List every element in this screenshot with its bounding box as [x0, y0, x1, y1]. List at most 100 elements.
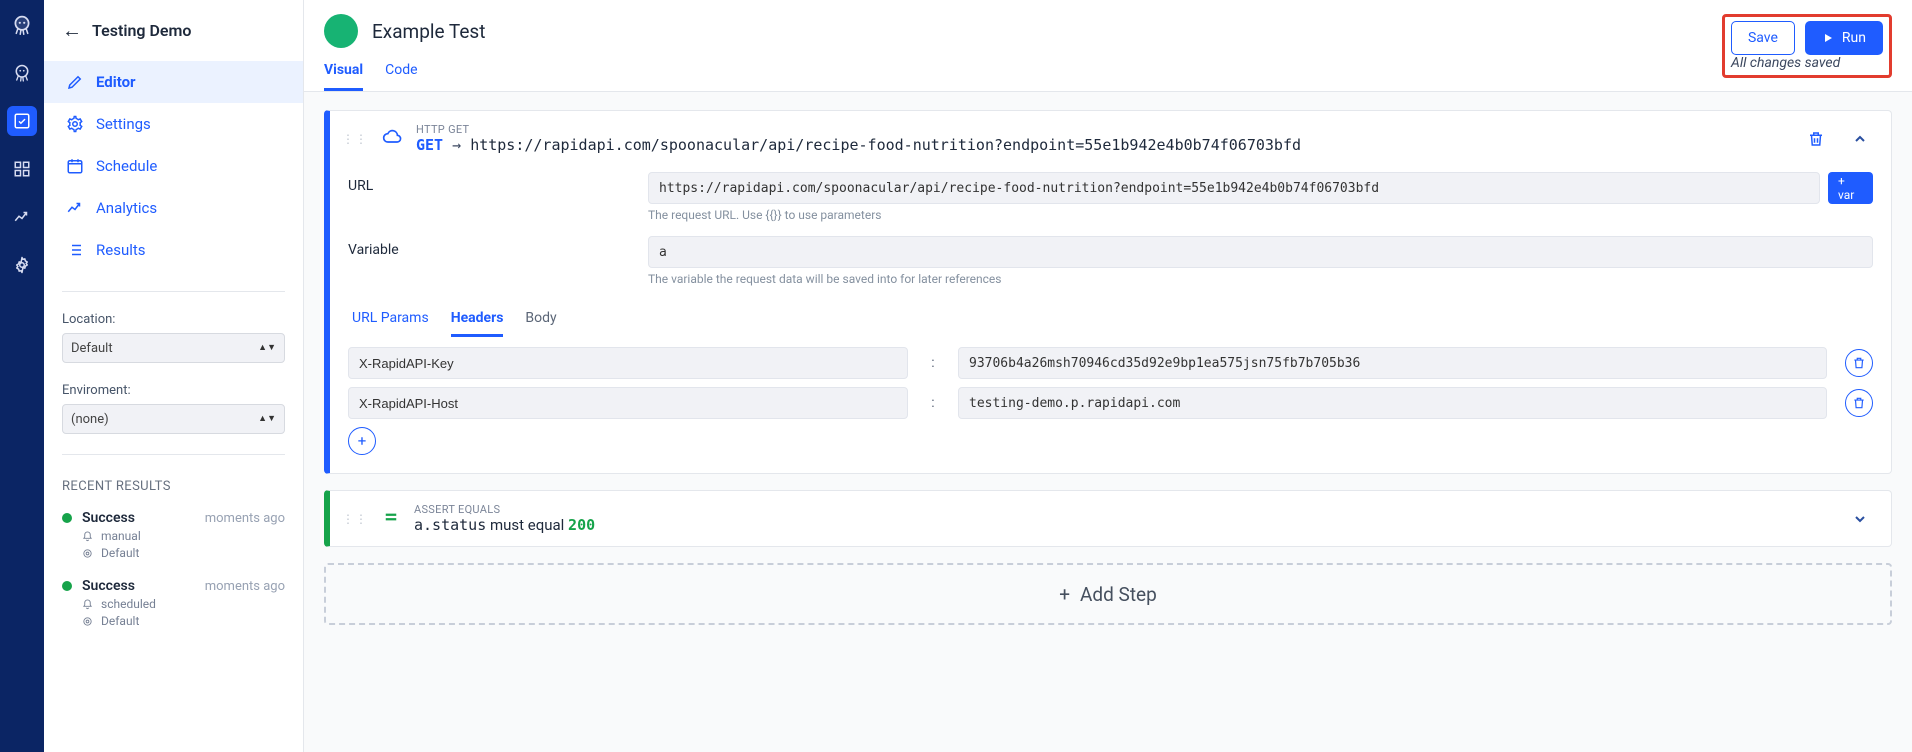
sidebar-item-results[interactable]: Results	[44, 229, 303, 271]
recent-trigger: manual	[101, 529, 141, 543]
play-icon	[1822, 32, 1834, 44]
header-value-input[interactable]	[958, 347, 1827, 379]
add-header-button[interactable]: +	[348, 427, 376, 455]
url-input[interactable]	[648, 172, 1820, 204]
pencil-icon	[66, 73, 84, 91]
plus-icon: +	[1059, 583, 1070, 606]
recent-result-item[interactable]: Success moments ago scheduled Default	[44, 570, 303, 638]
header-key-input[interactable]	[348, 387, 908, 419]
recent-time: moments ago	[205, 511, 285, 526]
divider	[62, 291, 285, 292]
header-key-input[interactable]	[348, 347, 908, 379]
chevron-down-icon	[1852, 511, 1868, 527]
add-var-button[interactable]: + var	[1828, 172, 1873, 204]
status-dot-icon	[324, 14, 358, 48]
assert-mid: must equal	[486, 516, 568, 534]
recent-results-title: RECENT RESULTS	[44, 465, 303, 502]
url-label: URL	[348, 172, 648, 194]
rail-checkbox-icon[interactable]	[7, 106, 37, 136]
app-rail	[0, 0, 44, 752]
variable-hint: The variable the request data will be sa…	[648, 272, 1873, 286]
recent-trigger: scheduled	[101, 597, 156, 611]
save-button[interactable]: Save	[1731, 21, 1795, 55]
run-button[interactable]: Run	[1805, 21, 1883, 55]
select-caret-icon: ▲▼	[258, 344, 276, 353]
bell-icon	[82, 531, 93, 542]
recent-status: Success	[82, 578, 135, 594]
subtab-headers[interactable]: Headers	[451, 310, 504, 337]
step-summary-line: GET → https://rapidapi.com/spoonacular/a…	[416, 136, 1301, 154]
arrow-icon: →	[452, 136, 461, 154]
cloud-icon	[382, 127, 402, 151]
recent-time: moments ago	[205, 579, 285, 594]
gear-icon	[66, 115, 84, 133]
step-kicker: HTTP GET	[416, 123, 1301, 136]
equals-icon	[382, 508, 400, 530]
request-subtabs: URL Params Headers Body	[352, 310, 1873, 337]
sidebar-nav: Editor Settings Schedule Analytics Resul…	[44, 61, 303, 281]
sidebar-item-editor[interactable]: Editor	[44, 61, 303, 103]
tab-visual[interactable]: Visual	[324, 62, 363, 91]
assert-summary-line: a.status must equal 200	[414, 516, 595, 534]
recent-location: Default	[101, 546, 139, 560]
trash-icon	[1852, 356, 1866, 370]
chart-icon	[66, 199, 84, 217]
collapse-step-button[interactable]	[1845, 124, 1875, 154]
colon: :	[926, 355, 940, 371]
sidebar-item-label: Schedule	[96, 157, 157, 175]
method-label: GET	[416, 136, 443, 154]
delete-step-button[interactable]	[1801, 124, 1831, 154]
location-value: Default	[71, 341, 113, 356]
delete-header-button[interactable]	[1845, 349, 1873, 377]
trash-icon	[1807, 130, 1825, 148]
header-value-input[interactable]	[958, 387, 1827, 419]
environment-label: Enviroment:	[62, 383, 285, 398]
rail-octopus-icon[interactable]	[7, 58, 37, 88]
drag-handle-icon[interactable]: ⋮⋮	[342, 513, 368, 525]
add-step-button[interactable]: + Add Step	[324, 563, 1892, 625]
recent-location: Default	[101, 614, 139, 628]
rail-settings-icon[interactable]	[7, 250, 37, 280]
steps-content: ⋮⋮ HTTP GET GET → https://rapidapi.com/s…	[304, 92, 1912, 752]
drag-handle-icon[interactable]: ⋮⋮	[342, 133, 368, 145]
calendar-icon	[66, 157, 84, 175]
add-step-label: Add Step	[1080, 583, 1157, 606]
variable-input[interactable]	[648, 236, 1873, 268]
back-arrow-icon[interactable]: ←	[62, 18, 82, 43]
sidebar-item-schedule[interactable]: Schedule	[44, 145, 303, 187]
trash-icon	[1852, 396, 1866, 410]
rail-logo-icon[interactable]	[7, 10, 37, 40]
subtab-urlparams[interactable]: URL Params	[352, 310, 429, 337]
recent-status: Success	[82, 510, 135, 526]
header-row: :	[348, 347, 1873, 379]
colon: :	[926, 395, 940, 411]
environment-select[interactable]: (none) ▲▼	[62, 404, 285, 434]
assert-expression: a.status	[414, 516, 486, 534]
select-caret-icon: ▲▼	[258, 415, 276, 424]
sidebar-item-label: Analytics	[96, 199, 157, 217]
sidebar-item-label: Settings	[96, 115, 151, 133]
url-hint: The request URL. Use {{}} to use paramet…	[648, 208, 1873, 222]
list-icon	[66, 241, 84, 259]
rail-analytics-icon[interactable]	[7, 202, 37, 232]
sidebar-item-label: Editor	[96, 73, 136, 91]
sidebar-item-settings[interactable]: Settings	[44, 103, 303, 145]
header-row: :	[348, 387, 1873, 419]
rail-grid-icon[interactable]	[7, 154, 37, 184]
divider	[62, 454, 285, 455]
step-card-http: ⋮⋮ HTTP GET GET → https://rapidapi.com/s…	[324, 110, 1892, 474]
topbar: Example Test Visual Code Save Run All ch…	[304, 0, 1912, 92]
sidebar-title: Testing Demo	[92, 21, 191, 40]
recent-result-item[interactable]: Success moments ago manual Default	[44, 502, 303, 570]
status-dot-icon	[62, 513, 72, 523]
main-area: Example Test Visual Code Save Run All ch…	[304, 0, 1912, 752]
status-dot-icon	[62, 581, 72, 591]
sidebar-item-analytics[interactable]: Analytics	[44, 187, 303, 229]
expand-step-button[interactable]	[1845, 504, 1875, 534]
chevron-up-icon	[1852, 131, 1868, 147]
tab-code[interactable]: Code	[385, 62, 417, 91]
subtab-body[interactable]: Body	[525, 310, 556, 337]
delete-header-button[interactable]	[1845, 389, 1873, 417]
location-select[interactable]: Default ▲▼	[62, 333, 285, 363]
bell-icon	[82, 599, 93, 610]
